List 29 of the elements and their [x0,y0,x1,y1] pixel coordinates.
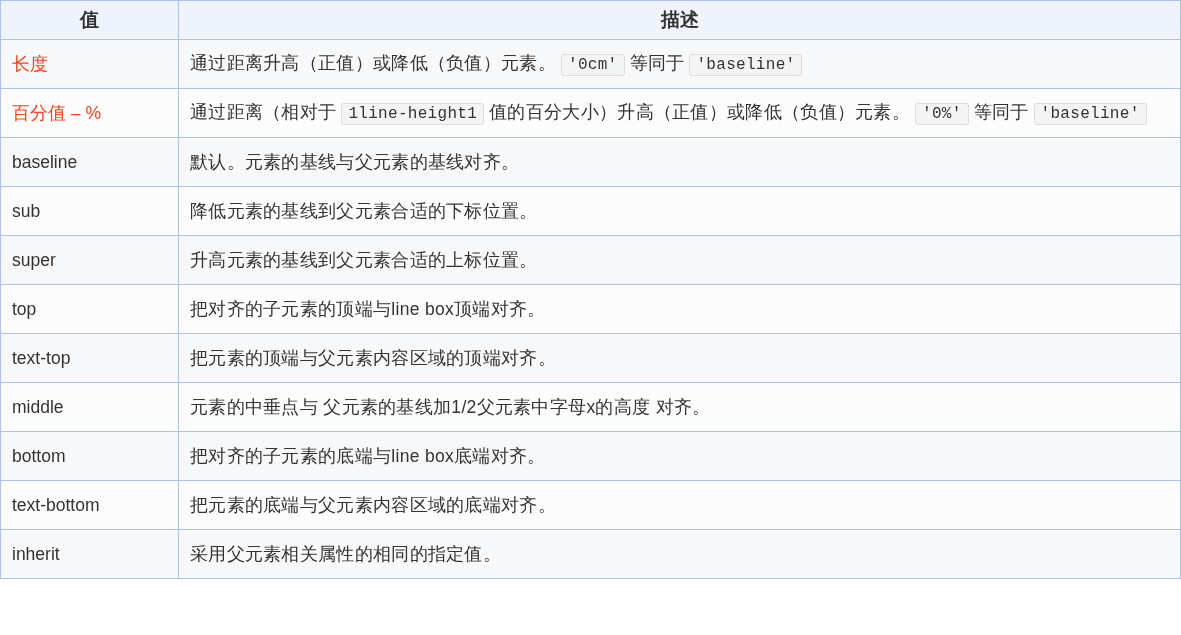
description-cell: 通过距离（相对于 1line-height1 值的百分大小）升高（正值）或降低（负值）元素。 '0%' 等同于 'baseline' [178,88,1181,138]
description-cell: 把对齐的子元素的顶端与line box顶端对齐。 [178,284,1181,334]
column-header: 描述 [178,0,1181,40]
description-cell: 升高元素的基线到父元素合适的上标位置。 [178,235,1181,285]
column-header: 值 [0,0,179,40]
code-snippet: '0cm' [561,54,625,76]
value-cell: sub [0,186,179,236]
code-snippet: '0%' [915,103,969,125]
value-cell: 长度 [0,39,179,89]
description-cell: 把元素的底端与父元素内容区域的底端对齐。 [178,480,1181,530]
description-cell: 默认。元素的基线与父元素的基线对齐。 [178,137,1181,187]
value-cell: text-bottom [0,480,179,530]
value-cell: bottom [0,431,179,481]
value-cell: text-top [0,333,179,383]
description-cell: 把对齐的子元素的底端与line box底端对齐。 [178,431,1181,481]
description-cell: 通过距离升高（正值）或降低（负值）元素。 '0cm' 等同于 'baseline' [178,39,1181,89]
code-snippet: 1line-height1 [341,103,485,125]
description-cell: 降低元素的基线到父元素合适的下标位置。 [178,186,1181,236]
value-cell: top [0,284,179,334]
value-cell: super [0,235,179,285]
code-snippet: 'baseline' [689,54,803,76]
description-cell: 采用父元素相关属性的相同的指定值。 [178,529,1181,579]
value-cell: inherit [0,529,179,579]
description-cell: 把元素的顶端与父元素内容区域的顶端对齐。 [178,333,1181,383]
code-snippet: 'baseline' [1033,103,1147,125]
value-cell: middle [0,382,179,432]
value-cell: 百分值 – % [0,88,179,138]
description-cell: 元素的中垂点与 父元素的基线加1/2父元素中字母x的高度 对齐。 [178,382,1181,432]
value-cell: baseline [0,137,179,187]
